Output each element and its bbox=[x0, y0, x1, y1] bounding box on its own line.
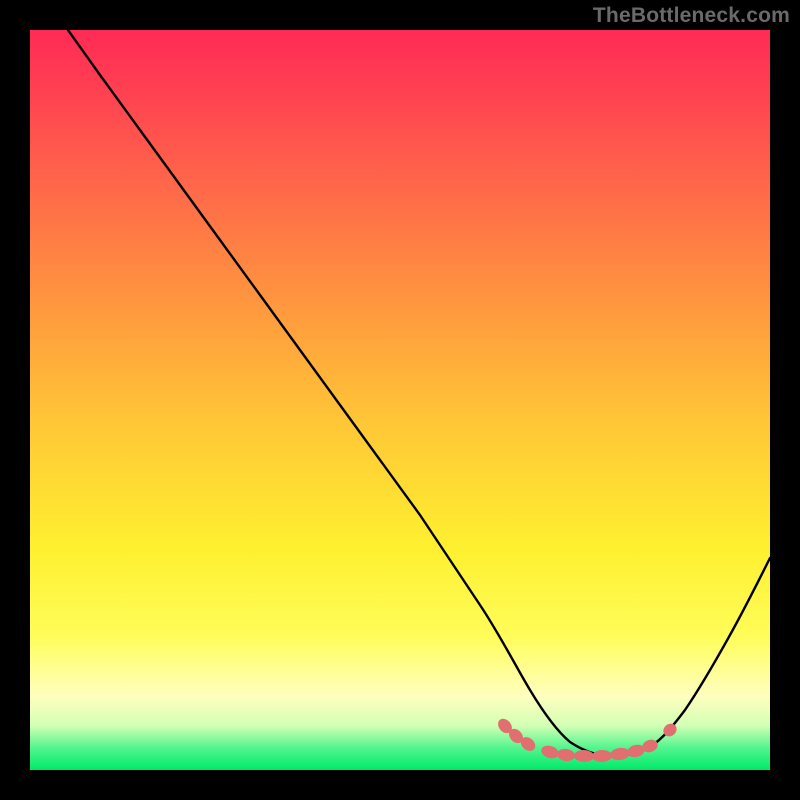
chart-frame bbox=[30, 30, 770, 770]
bottleneck-curve bbox=[68, 30, 770, 756]
chart-svg bbox=[30, 30, 770, 770]
watermark-text: TheBottleneck.com bbox=[593, 4, 790, 28]
highlight-markers bbox=[495, 716, 679, 762]
